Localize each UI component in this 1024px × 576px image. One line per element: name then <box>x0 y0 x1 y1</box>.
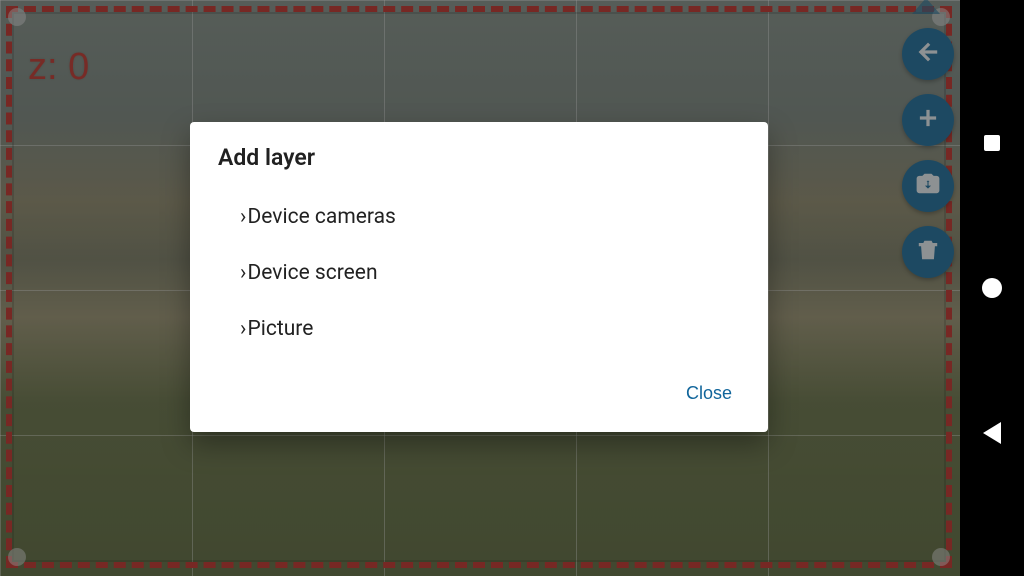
dialog-actions: Close <box>190 367 768 424</box>
nav-home-button[interactable] <box>981 277 1003 299</box>
nav-overview-button[interactable] <box>981 132 1003 154</box>
dialog-options: Device cameras Device screen Picture <box>190 185 768 367</box>
close-button[interactable]: Close <box>674 375 744 412</box>
circle-icon <box>982 278 1002 298</box>
dialog-title: Add layer <box>190 144 768 185</box>
option-device-screen[interactable]: Device screen <box>240 245 740 301</box>
option-device-cameras[interactable]: Device cameras <box>240 189 740 245</box>
add-layer-dialog: Add layer Device cameras Device screen P… <box>190 122 768 432</box>
option-picture[interactable]: Picture <box>240 301 740 357</box>
triangle-back-icon <box>983 422 1001 444</box>
editor-canvas: z: 0 Add layer Device cameras <box>0 0 960 576</box>
android-navbar <box>960 0 1024 576</box>
square-icon <box>984 135 1000 151</box>
nav-back-button[interactable] <box>981 422 1003 444</box>
